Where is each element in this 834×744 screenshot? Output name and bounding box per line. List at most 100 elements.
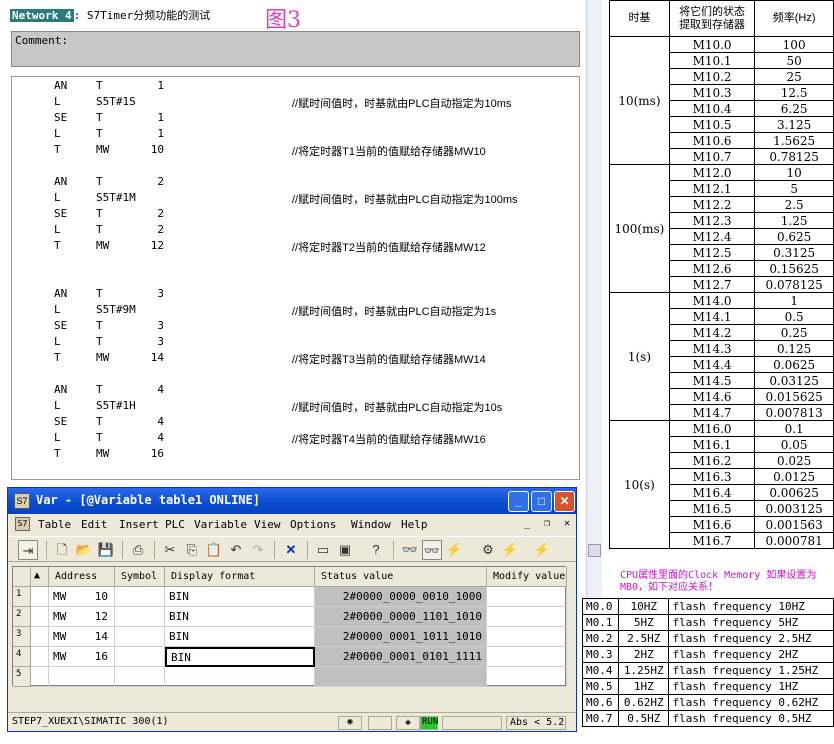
row-number[interactable]: 1 <box>13 587 31 607</box>
modify-value-cell[interactable] <box>487 607 567 627</box>
row-number[interactable]: 3 <box>13 627 31 647</box>
doc-minimize-button[interactable]: _ <box>520 518 534 529</box>
symbol-cell[interactable] <box>115 667 165 687</box>
print-icon[interactable]: ⎙ <box>128 540 148 560</box>
plc-icon[interactable]: ▣ <box>335 540 355 560</box>
display-format-cell[interactable]: BIN <box>165 607 315 627</box>
frequency-cell: 1 <box>754 292 834 309</box>
delete-icon[interactable]: ✕ <box>281 540 301 560</box>
frequency-cell: 2.5 <box>754 196 834 213</box>
modify-variable-icon[interactable]: ⚡ <box>500 540 520 560</box>
open-icon[interactable]: 📂 <box>74 540 94 560</box>
clock-frequency-cell: 0.62HZ <box>618 694 670 711</box>
display-format-cell[interactable]: BIN <box>165 587 315 607</box>
menu-item-table[interactable]: Table <box>38 518 71 531</box>
network-badge[interactable]: Network 4 <box>10 9 74 22</box>
modify-value-cell[interactable] <box>487 587 567 607</box>
menu-item-insert[interactable]: Insert <box>119 518 159 531</box>
redo-icon[interactable]: ↷ <box>248 540 268 560</box>
modify-icon[interactable]: ⚙ <box>478 540 498 560</box>
row-number[interactable]: 5 <box>13 667 31 687</box>
column-header[interactable]: Address <box>49 567 115 587</box>
frequency-cell: 0.001563 <box>754 516 834 533</box>
status-value-cell <box>315 667 487 687</box>
menu-item-edit[interactable]: Edit <box>81 518 108 531</box>
memory-bit-cell: M12.3 <box>668 212 756 229</box>
address-cell[interactable]: MW 14 <box>49 627 115 647</box>
network-comment-field[interactable]: Comment: <box>11 31 580 67</box>
column-header[interactable]: Modify value <box>487 567 567 587</box>
table-row: 10(s) M16.0 0.1 <box>609 420 834 549</box>
trigger-icon[interactable]: ⚡ <box>444 540 464 560</box>
modify-value-cell[interactable] <box>487 647 567 667</box>
enable-peripheral-icon[interactable]: ⚡ <box>532 540 552 560</box>
modify-value-cell[interactable] <box>487 627 567 647</box>
grid-corner[interactable] <box>13 567 31 587</box>
status-bar: STEP7_XUEXI\SIMATIC 300(1) ◉ ◈ RUN Abs <… <box>8 712 576 731</box>
accessible-nodes-icon[interactable]: ▭ <box>313 540 333 560</box>
stl-operator: L <box>54 191 61 204</box>
memory-bit-cell: M16.3 <box>668 468 756 485</box>
memory-bit-cell: M10.5 <box>668 116 756 133</box>
column-header[interactable]: Display format <box>165 567 315 587</box>
status-value-cell: 2#0000_0000_1101_1010 <box>315 607 487 627</box>
frequency-cell: 0.625 <box>754 228 834 245</box>
menu-item-plc[interactable]: PLC <box>165 518 185 531</box>
scroll-thumb[interactable] <box>588 544 601 557</box>
clock-description-cell: flash frequency 2HZ <box>668 646 834 663</box>
stl-comment: //将定时器T3当前的值赋给存储器MW14 <box>292 354 486 366</box>
doc-close-button[interactable]: ✕ <box>560 518 574 529</box>
network-title[interactable]: : S7Timer分频功能的测试 <box>74 9 211 22</box>
new-icon[interactable]: 🗋 <box>52 540 72 560</box>
column-header[interactable]: Status value <box>315 567 487 587</box>
stl-operand-number: 2 <box>157 175 164 188</box>
display-format-cell[interactable] <box>165 667 315 687</box>
undo-icon[interactable]: ↶ <box>226 540 246 560</box>
doc-restore-button[interactable]: ❐ <box>540 518 554 529</box>
display-format-cell[interactable]: BIN <box>165 627 315 647</box>
frequency-cell: 0.000781 <box>754 532 834 549</box>
stl-code-area[interactable]: AN T 1 L S5T#1S //赋时间值时，时基就由PLC自动指定为10ms SE T 1 L… <box>11 76 580 480</box>
column-header[interactable]: Symbol <box>115 567 165 587</box>
address-cell[interactable] <box>49 667 115 687</box>
paste-icon[interactable]: 📋 <box>204 540 224 560</box>
variable-table-window[interactable]: S7 Var - [@Variable table1 ONLINE] _ □ ✕… <box>7 487 577 732</box>
monitor-icon[interactable]: 👓 <box>400 540 420 560</box>
window-titlebar[interactable]: S7 Var - [@Variable table1 ONLINE] _ □ ✕ <box>8 488 576 514</box>
symbol-cell[interactable] <box>115 627 165 647</box>
stl-operand: T <box>96 223 103 236</box>
minimize-button[interactable]: _ <box>508 491 529 512</box>
help-icon[interactable]: ? <box>366 540 386 560</box>
memory-bit-cell: M12.1 <box>668 180 756 197</box>
menu-item-variable[interactable]: Variable <box>194 518 247 531</box>
menu-item-view[interactable]: View <box>254 518 281 531</box>
modify-value-cell[interactable] <box>487 667 567 687</box>
document-icon[interactable]: S7 <box>15 517 30 531</box>
address-cell[interactable]: MW 12 <box>49 607 115 627</box>
close-button[interactable]: ✕ <box>554 491 575 512</box>
cut-icon[interactable]: ✂ <box>160 540 180 560</box>
stl-operand: T <box>96 175 103 188</box>
address-cell[interactable]: MW 10 <box>49 587 115 607</box>
symbol-cell[interactable] <box>115 607 165 627</box>
row-number[interactable]: 4 <box>13 647 31 667</box>
frequency-cell: 0.05 <box>754 436 834 453</box>
memory-bit-cell: M12.6 <box>668 260 756 277</box>
frequency-cell: 50 <box>754 52 834 69</box>
save-icon[interactable]: 💾 <box>96 540 116 560</box>
display-format-cell[interactable]: BIN <box>165 647 315 667</box>
maximize-button[interactable]: □ <box>531 491 552 512</box>
copy-icon[interactable]: ⎘ <box>182 540 202 560</box>
row-number[interactable]: 2 <box>13 607 31 627</box>
memory-bit-cell: M10.1 <box>668 52 756 69</box>
address-cell[interactable]: MW 16 <box>49 647 115 667</box>
monitor-variable-icon[interactable]: 👓 <box>422 540 442 560</box>
symbol-cell[interactable] <box>115 587 165 607</box>
menu-item-help[interactable]: Help <box>401 518 428 531</box>
menu-item-window[interactable]: Window <box>351 518 391 531</box>
symbol-cell[interactable] <box>115 647 165 667</box>
vertical-scrollbar[interactable] <box>586 0 602 600</box>
clock-description-cell: flash frequency 2.5HZ <box>668 630 834 647</box>
insert-row-icon[interactable]: ⇥ <box>18 540 38 560</box>
menu-item-options[interactable]: Options <box>290 518 336 531</box>
